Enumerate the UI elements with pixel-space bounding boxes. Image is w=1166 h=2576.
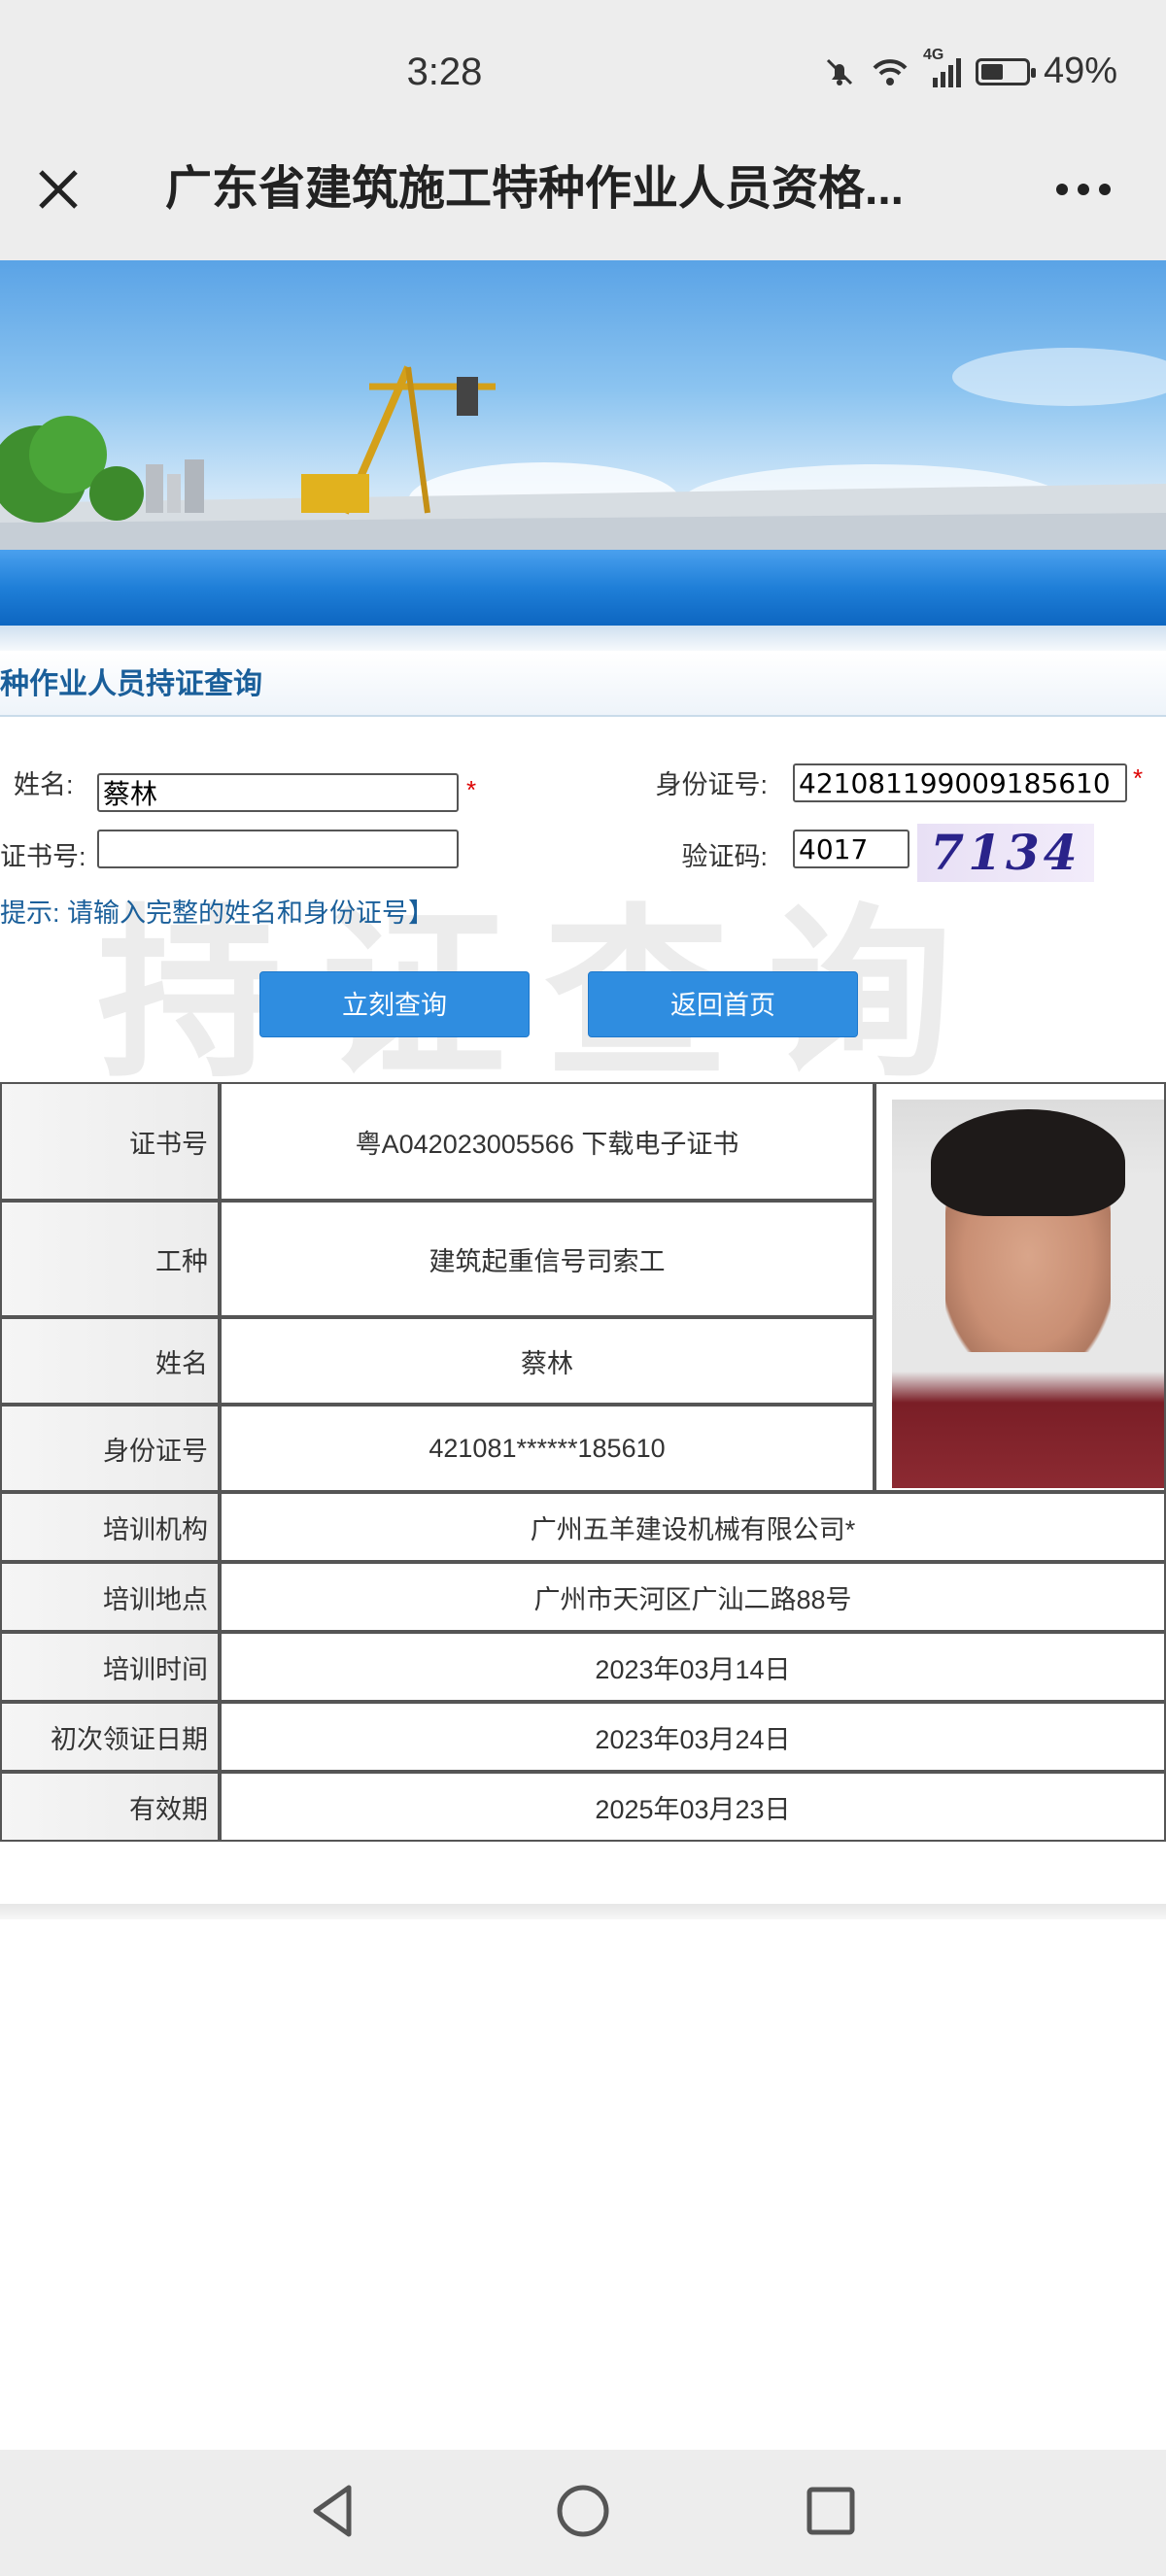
name-required-mark: *: [466, 775, 477, 804]
row-value: 421081******185610: [220, 1405, 874, 1492]
cert-label: 证书号:: [0, 842, 86, 871]
cert-input[interactable]: [97, 830, 459, 868]
row-label: 工种: [0, 1201, 220, 1317]
row-label: 培训机构: [0, 1492, 220, 1562]
section-title: 种作业人员持证查询: [0, 653, 1166, 717]
battery-percent: 49%: [1043, 51, 1117, 91]
hint-text: 提示: 请输入完整的姓名和身份证号】: [0, 898, 435, 928]
recents-square-icon[interactable]: [792, 2472, 870, 2550]
network-type: 4G: [922, 46, 944, 63]
row-value: 广州五羊建设机械有限公司*: [220, 1492, 1166, 1562]
home-button[interactable]: 返回首页: [588, 971, 858, 1037]
row-value: 2023年03月14日: [220, 1632, 1166, 1702]
row-value: 广州市天河区广汕二路88号: [220, 1562, 1166, 1632]
table-row: 培训时间 2023年03月14日: [0, 1632, 1166, 1702]
name-label: 姓名:: [14, 770, 74, 799]
page-title: 广东省建筑施工特种作业人员资格...: [165, 163, 905, 215]
banner-illustration: [0, 348, 1166, 550]
footer-divider: [0, 1904, 1166, 1919]
status-bar: 3:28 4G 49%: [0, 0, 1166, 155]
table-row: 有效期 2025年03月23日: [0, 1772, 1166, 1842]
id-label: 身份证号:: [655, 770, 768, 799]
table-row: 初次领证日期 2023年03月24日: [0, 1702, 1166, 1772]
row-value: 2025年03月23日: [220, 1772, 1166, 1842]
photo-hair: [931, 1109, 1125, 1216]
status-icons: 4G 49%: [822, 47, 1117, 92]
id-required-mark: *: [1133, 763, 1144, 793]
id-photo: [892, 1100, 1164, 1488]
row-label: 身份证号: [0, 1405, 220, 1492]
photo-cell: [874, 1082, 1166, 1492]
more-icon[interactable]: [1049, 155, 1117, 223]
signal-icon: 4G: [923, 47, 962, 89]
divider: [0, 626, 1166, 651]
row-label: 有效期: [0, 1772, 220, 1842]
query-button[interactable]: 立刻查询: [259, 971, 530, 1037]
row-value: 建筑起重信号司索工: [220, 1201, 874, 1317]
header-banner: [0, 260, 1166, 550]
row-value: 蔡林: [220, 1317, 874, 1405]
captcha-input[interactable]: [793, 830, 909, 868]
close-icon[interactable]: [29, 155, 87, 223]
cert-number-value[interactable]: 粤A042023005566 下载电子证书: [220, 1082, 874, 1201]
mute-bell-icon: [822, 54, 857, 89]
row-label: 培训时间: [0, 1632, 220, 1702]
home-circle-icon[interactable]: [544, 2472, 622, 2550]
row-label: 证书号: [0, 1082, 220, 1201]
back-triangle-icon[interactable]: [296, 2472, 374, 2550]
row-label: 培训地点: [0, 1562, 220, 1632]
banner-bar: [0, 550, 1166, 626]
row-label: 初次领证日期: [0, 1702, 220, 1772]
wifi-icon: [871, 54, 909, 89]
row-value: 2023年03月24日: [220, 1702, 1166, 1772]
battery-icon: [975, 57, 1036, 85]
row-label: 姓名: [0, 1317, 220, 1405]
table-row: 培训机构 广州五羊建设机械有限公司*: [0, 1492, 1166, 1562]
table-row: 培训地点 广州市天河区广汕二路88号: [0, 1562, 1166, 1632]
captcha-label: 验证码:: [681, 842, 768, 871]
id-input[interactable]: [793, 763, 1127, 802]
captcha-image[interactable]: 7134: [917, 824, 1094, 882]
name-input[interactable]: [97, 773, 459, 812]
status-time: 3:28: [406, 51, 483, 93]
